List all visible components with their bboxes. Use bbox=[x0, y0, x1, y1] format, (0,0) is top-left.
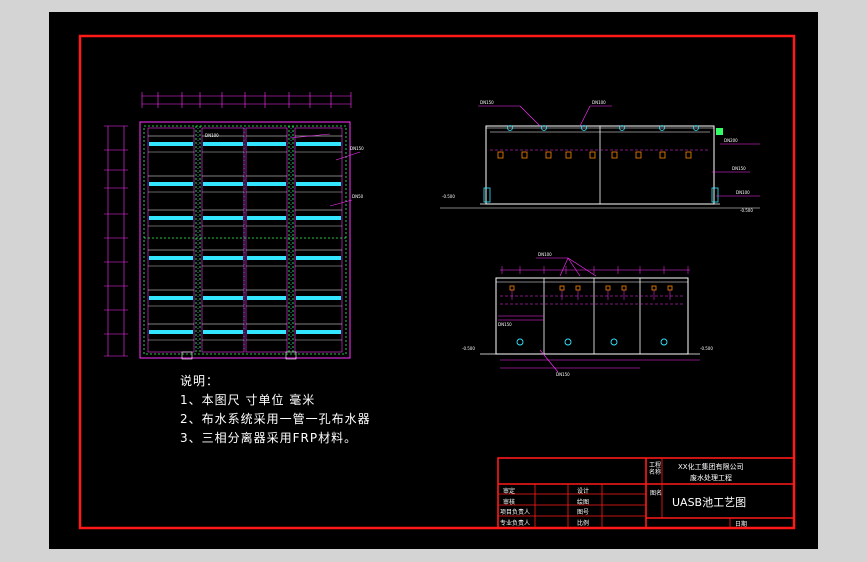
notes-heading: 说明： bbox=[180, 374, 220, 388]
svg-text:DN150: DN150 bbox=[498, 322, 512, 327]
outlet-fitting bbox=[660, 338, 668, 346]
distributor-band bbox=[296, 216, 341, 220]
outlet-fitting bbox=[610, 338, 618, 346]
distributor-band bbox=[149, 216, 193, 220]
distributor-band bbox=[247, 182, 286, 186]
tb-row-right: 设计 bbox=[577, 488, 590, 495]
tb-row-right: 绘图 bbox=[577, 499, 590, 506]
svg-text:DN100: DN100 bbox=[538, 252, 552, 257]
distributor-band bbox=[149, 330, 193, 334]
distributor-band bbox=[296, 142, 341, 146]
distributor-band bbox=[296, 330, 341, 334]
drawing-title: UASB池工艺图 bbox=[672, 496, 747, 509]
tb-row-right: 图号 bbox=[577, 509, 590, 516]
outlet-fitting bbox=[564, 338, 572, 346]
section-view-transverse: DN100 DN150 DN150 -0.500 -0.500 bbox=[462, 252, 713, 377]
svg-text:DN100: DN100 bbox=[736, 190, 750, 195]
tb-row-right: 比例 bbox=[577, 520, 590, 527]
section-view-longitudinal: DN150 DN100 DN200 DN150 DN100 -0.500 -0.… bbox=[440, 100, 760, 213]
distributor-band bbox=[149, 256, 193, 260]
distributor-band bbox=[203, 142, 243, 146]
svg-text:DN100: DN100 bbox=[205, 133, 219, 138]
project-label: 工程名称 bbox=[649, 462, 662, 476]
svg-text:-0.500: -0.500 bbox=[740, 208, 753, 213]
svg-text:-0.500: -0.500 bbox=[700, 346, 713, 351]
distributor-band bbox=[203, 256, 243, 260]
separator-box bbox=[667, 285, 673, 291]
notes-block: 说明： 1、本图尺 寸单位 毫米 2、布水系统采用一管一孔布水器 3、三相分离器… bbox=[180, 372, 371, 448]
separator-box bbox=[685, 151, 692, 159]
project-name-line2: 废水处理工程 bbox=[690, 474, 732, 482]
separator-box bbox=[575, 285, 581, 291]
svg-text:DN150: DN150 bbox=[480, 100, 494, 105]
plan-view: DN100 DN150 DN50 bbox=[104, 92, 364, 360]
project-name-line1: XX化工集团有限公司 bbox=[678, 463, 744, 471]
tb-row-left: 审核 bbox=[503, 499, 516, 506]
title-block-frame bbox=[497, 457, 795, 529]
svg-text:DN150: DN150 bbox=[732, 166, 746, 171]
distributor-band bbox=[247, 256, 286, 260]
drawing-label: 图名 bbox=[650, 490, 663, 497]
cell-outline bbox=[201, 127, 245, 353]
separator-box bbox=[509, 285, 515, 291]
separator-box bbox=[651, 285, 657, 291]
separator-box bbox=[497, 151, 504, 159]
distributor-band bbox=[149, 182, 193, 186]
svg-text:DN200: DN200 bbox=[724, 138, 738, 143]
cell-outline bbox=[147, 127, 195, 353]
distributor-band bbox=[296, 296, 341, 300]
date-label: 日期 bbox=[735, 521, 748, 528]
tb-row-left: 项目负责人 bbox=[500, 509, 531, 516]
outlet-fitting bbox=[516, 338, 524, 346]
cell-outline bbox=[245, 127, 288, 353]
separator-box bbox=[621, 285, 627, 291]
separator-box bbox=[659, 151, 666, 159]
svg-text:DN50: DN50 bbox=[352, 194, 364, 199]
distributor-band bbox=[247, 216, 286, 220]
note-item: 1、本图尺 寸单位 毫米 bbox=[180, 393, 316, 407]
separator-box bbox=[589, 151, 596, 159]
note-item: 2、布水系统采用一管一孔布水器 bbox=[180, 412, 371, 426]
svg-text:-0.500: -0.500 bbox=[462, 346, 475, 351]
distributor-band bbox=[247, 296, 286, 300]
distributor-band bbox=[247, 142, 286, 146]
note-item: 3、三相分离器采用FRP材料。 bbox=[180, 431, 358, 445]
svg-text:DN100: DN100 bbox=[592, 100, 606, 105]
distributor-band bbox=[203, 296, 243, 300]
cell-outline bbox=[294, 127, 343, 353]
separator-box bbox=[605, 285, 611, 291]
distributor-band bbox=[296, 182, 341, 186]
distributor-band bbox=[149, 296, 193, 300]
distributor-band bbox=[203, 330, 243, 334]
svg-text:DN150: DN150 bbox=[350, 146, 364, 151]
distributor-band bbox=[296, 256, 341, 260]
drawing-canvas: DN100 DN150 DN50 DN150 DN100 DN200 DN150… bbox=[78, 34, 796, 530]
distributor-band bbox=[203, 182, 243, 186]
tb-row-left: 专业负责人 bbox=[500, 520, 531, 527]
separator-box bbox=[545, 151, 552, 159]
separator-box bbox=[521, 151, 528, 159]
distributor-band bbox=[247, 330, 286, 334]
distributor-band bbox=[203, 216, 243, 220]
svg-text:-0.500: -0.500 bbox=[442, 194, 455, 199]
separator-box bbox=[565, 151, 572, 159]
separator-box bbox=[611, 151, 618, 159]
separator-box bbox=[635, 151, 642, 159]
svg-text:DN150: DN150 bbox=[556, 372, 570, 377]
distributor-band bbox=[149, 142, 193, 146]
tb-row-left: 审定 bbox=[503, 488, 516, 495]
separator-box bbox=[559, 285, 565, 291]
